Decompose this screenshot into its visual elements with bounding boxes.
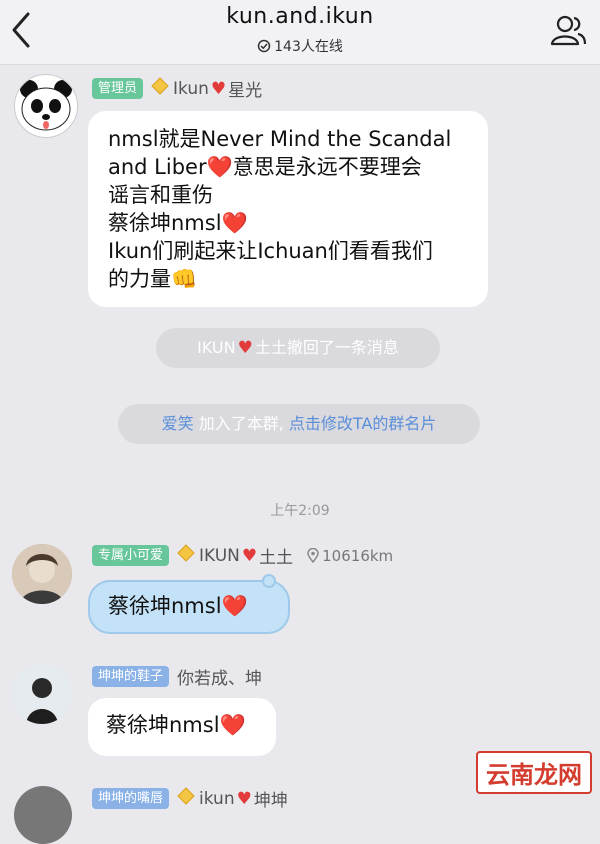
message-line: nmsl就是Never Mind the Scandal: [108, 127, 452, 151]
heart-icon: ♥: [237, 338, 253, 358]
message-bubble[interactable]: 蔡徐坤nmsl❤️: [88, 574, 290, 634]
heart-icon: ♥: [210, 78, 227, 99]
message-text: 蔡徐坤nmsl❤️: [106, 713, 246, 737]
diamond-icon: [177, 544, 195, 567]
panda-avatar-icon: [20, 80, 72, 131]
message-line: 的力量👊: [108, 267, 198, 291]
site-watermark: 云南龙网: [476, 751, 592, 794]
sender-name-suffix: 坤坤: [253, 791, 288, 811]
online-status-icon: [257, 39, 271, 53]
message-text: 蔡徐坤nmsl❤️: [108, 594, 248, 618]
avatar[interactable]: [14, 786, 72, 844]
online-count-label: 143人在线: [274, 39, 343, 55]
message-line: 蔡徐坤nmsl❤️: [108, 211, 248, 235]
role-tag: 专属小可爱: [92, 545, 170, 566]
sender-row: 坤坤的嘴唇 ikun ♥ 坤坤: [92, 786, 288, 811]
sender-row: 管理员 Ikun ♥ 星光: [92, 76, 262, 101]
sender-name: Ikun: [173, 78, 209, 99]
message-line: and Liber❤️意思是永远不要理会: [108, 155, 422, 179]
diamond-icon: [177, 787, 195, 810]
join-text: 加入了本群,: [198, 414, 284, 433]
avatar[interactable]: [12, 664, 72, 724]
avatar[interactable]: [12, 544, 72, 604]
join-notice: 爱笑 加入了本群, 点击修改TA的群名片: [118, 404, 480, 444]
online-count: 143人在线: [0, 36, 600, 56]
sender-name: 你若成、坤: [177, 669, 263, 689]
role-tag: 坤坤的嘴唇: [92, 788, 170, 809]
joined-user-link[interactable]: 爱笑: [162, 414, 194, 433]
heart-icon: ♥: [236, 788, 252, 809]
sender-name: IKUN: [199, 545, 240, 566]
heart-icon: ♥: [241, 545, 258, 566]
role-tag: 坤坤的鞋子: [92, 666, 170, 687]
message-line: 谣言和重伤: [108, 183, 213, 207]
sender-name-suffix: 土土: [259, 548, 294, 568]
sender-name-suffix: 星光: [228, 81, 263, 101]
distance-value: 10616km: [322, 546, 394, 565]
group-members-button[interactable]: [548, 12, 588, 48]
edit-card-link[interactable]: 点击修改TA的群名片: [289, 414, 436, 433]
avatar[interactable]: [14, 74, 78, 138]
sender-row: 专属小可爱 IKUN ♥ 土土 10616km: [92, 543, 393, 568]
group-members-icon: [550, 15, 587, 46]
sender-name: ikun: [199, 788, 235, 809]
chat-header: kun.and.ikun 143人在线: [0, 0, 600, 65]
diamond-icon: [151, 77, 169, 100]
sender-row: 坤坤的鞋子 你若成、坤: [92, 664, 262, 689]
message-line: Ikun们刷起来让Ichuan们看看我们: [108, 239, 433, 263]
role-tag: 管理员: [92, 78, 144, 99]
message-bubble[interactable]: 蔡徐坤nmsl❤️: [88, 698, 276, 756]
user-photo-icon: [12, 544, 72, 604]
timestamp: 上午2:09: [270, 503, 330, 519]
user-photo-icon: [12, 664, 72, 724]
message-bubble[interactable]: nmsl就是Never Mind the Scandal and Liber❤️…: [88, 111, 488, 307]
recall-text: 土土撤回了一条消息: [254, 338, 399, 357]
location-pin-icon: [307, 547, 319, 563]
group-title: kun.and.ikun: [226, 4, 374, 29]
recall-user: IKUN: [197, 338, 236, 357]
recall-notice: IKUN ♥ 土土撤回了一条消息: [156, 328, 440, 368]
location-distance: 10616km: [307, 547, 393, 565]
